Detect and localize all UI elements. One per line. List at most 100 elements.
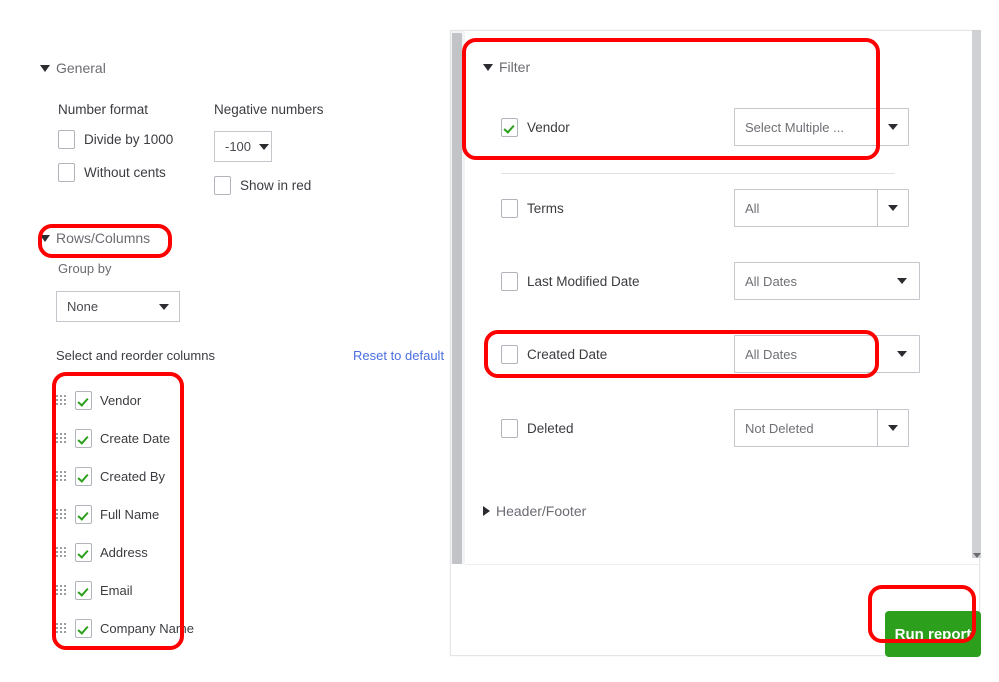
checkbox-box-column-email[interactable] — [75, 581, 92, 600]
column-list-item-created-by[interactable]: Created By — [56, 457, 165, 495]
checkbox-box-column-address[interactable] — [75, 543, 92, 562]
group-by-value: None — [67, 299, 98, 314]
chevron-down-icon — [259, 144, 269, 150]
chevron-down-icon[interactable] — [877, 410, 908, 446]
checkbox-box-filter-terms[interactable] — [501, 199, 518, 218]
filter-checkbox-created-date[interactable]: Created Date — [501, 345, 701, 364]
chevron-right-icon — [483, 506, 490, 516]
column-list-item-vendor[interactable]: Vendor — [56, 381, 141, 419]
filter-select-last-modified-date[interactable]: All Dates — [734, 262, 920, 300]
checkbox-show-in-red[interactable]: Show in red — [214, 176, 311, 195]
checkbox-box-column-company-name[interactable] — [75, 619, 92, 638]
column-label-company-name: Company Name — [100, 621, 194, 636]
checkbox-box-without-cents[interactable] — [58, 163, 75, 182]
chevron-down-icon[interactable] — [877, 190, 908, 226]
checkbox-without-cents[interactable]: Without cents — [58, 163, 166, 182]
chevron-down-icon[interactable] — [885, 263, 919, 299]
drag-handle-icon[interactable] — [56, 585, 67, 596]
report-customize-panel: Filter Vendor Select Multiple ... Terms … — [450, 30, 980, 656]
checkbox-box-column-full-name[interactable] — [75, 505, 92, 524]
filter-row-deleted: Deleted Not Deleted — [501, 408, 979, 448]
filter-label-last-modified-date: Last Modified Date — [527, 274, 640, 289]
checkbox-label-divide-by-1000: Divide by 1000 — [84, 132, 173, 147]
panel-footer: Run report — [465, 565, 979, 655]
filter-checkbox-deleted[interactable]: Deleted — [501, 419, 701, 438]
filter-label-created-date: Created Date — [527, 347, 607, 362]
drag-handle-icon[interactable] — [56, 471, 67, 482]
filter-select-value-vendor: Select Multiple ... — [735, 109, 877, 145]
filter-select-value-terms: All — [735, 190, 877, 226]
rows-columns-section-label: Rows/Columns — [56, 230, 150, 246]
column-label-vendor: Vendor — [100, 393, 141, 408]
drag-handle-icon[interactable] — [56, 433, 67, 444]
header-footer-section-label: Header/Footer — [496, 503, 586, 519]
select-reorder-columns-label: Select and reorder columns — [56, 348, 215, 363]
filter-select-vendor[interactable]: Select Multiple ... — [734, 108, 909, 146]
column-label-create-date: Create Date — [100, 431, 170, 446]
filter-label-deleted: Deleted — [527, 421, 574, 436]
chevron-down-icon — [40, 65, 50, 72]
chevron-down-icon — [483, 64, 493, 71]
filter-row-terms: Terms All — [501, 188, 979, 228]
page-scrollbar-track[interactable] — [972, 30, 981, 558]
filter-checkbox-last-modified-date[interactable]: Last Modified Date — [501, 272, 701, 291]
checkbox-box-column-vendor[interactable] — [75, 391, 92, 410]
filter-divider — [501, 173, 895, 174]
filter-select-value-last-modified-date: All Dates — [735, 263, 885, 299]
filter-section-label: Filter — [499, 59, 530, 75]
drag-handle-icon[interactable] — [56, 509, 67, 520]
rows-columns-section-header[interactable]: Rows/Columns — [40, 230, 150, 246]
group-by-select[interactable]: None — [56, 291, 180, 322]
column-list-item-company-name[interactable]: Company Name — [56, 609, 194, 647]
filter-checkbox-terms[interactable]: Terms — [501, 199, 701, 218]
checkbox-box-filter-vendor[interactable] — [501, 118, 518, 137]
chevron-down-icon[interactable] — [877, 109, 908, 145]
column-label-full-name: Full Name — [100, 507, 159, 522]
header-footer-section-header[interactable]: Header/Footer — [483, 503, 586, 519]
general-section-header[interactable]: General — [40, 60, 106, 76]
page-scrollbar-down-arrow[interactable] — [972, 550, 981, 560]
drag-handle-icon[interactable] — [56, 623, 67, 634]
filter-select-deleted[interactable]: Not Deleted — [734, 409, 909, 447]
checkbox-divide-by-1000[interactable]: Divide by 1000 — [58, 130, 173, 149]
checkbox-box-filter-created-date[interactable] — [501, 345, 518, 364]
run-report-button[interactable]: Run report — [885, 611, 981, 657]
filter-select-value-deleted: Not Deleted — [735, 410, 877, 446]
filter-section-header[interactable]: Filter — [483, 59, 530, 75]
column-list-item-full-name[interactable]: Full Name — [56, 495, 159, 533]
checkbox-box-column-create-date[interactable] — [75, 429, 92, 448]
filter-select-created-date[interactable]: All Dates — [734, 335, 920, 373]
checkbox-box-divide-by-1000[interactable] — [58, 130, 75, 149]
filter-row-last-modified-date: Last Modified Date All Dates — [501, 261, 979, 301]
filter-label-vendor: Vendor — [527, 120, 570, 135]
checkbox-box-filter-last-modified-date[interactable] — [501, 272, 518, 291]
filter-select-terms[interactable]: All — [734, 189, 909, 227]
reset-to-default-link[interactable]: Reset to default — [353, 348, 444, 363]
checkbox-box-filter-deleted[interactable] — [501, 419, 518, 438]
panel-scrollbar-track[interactable] — [451, 31, 465, 564]
drag-handle-icon[interactable] — [56, 395, 67, 406]
checkbox-box-show-in-red[interactable] — [214, 176, 231, 195]
column-list-item-create-date[interactable]: Create Date — [56, 419, 170, 457]
filter-row-created-date: Created Date All Dates — [501, 334, 979, 374]
general-section-label: General — [56, 60, 106, 76]
checkbox-label-show-in-red: Show in red — [240, 178, 311, 193]
panel-scrollbar-thumb[interactable] — [452, 33, 462, 564]
negative-numbers-label: Negative numbers — [214, 102, 324, 117]
filter-label-terms: Terms — [527, 201, 564, 216]
filter-checkbox-vendor[interactable]: Vendor — [501, 118, 701, 137]
chevron-down-icon — [973, 553, 981, 558]
column-list-item-address[interactable]: Address — [56, 533, 148, 571]
negative-numbers-value: -100 — [225, 139, 251, 154]
filter-select-value-created-date: All Dates — [735, 336, 885, 372]
drag-handle-icon[interactable] — [56, 547, 67, 558]
column-label-address: Address — [100, 545, 148, 560]
chevron-down-icon — [159, 304, 169, 310]
checkbox-box-column-created-by[interactable] — [75, 467, 92, 486]
column-label-created-by: Created By — [100, 469, 165, 484]
panel-scroll-body: Filter Vendor Select Multiple ... Terms … — [465, 31, 979, 564]
chevron-down-icon[interactable] — [885, 336, 919, 372]
chevron-down-icon — [40, 235, 50, 242]
column-list-item-email[interactable]: Email — [56, 571, 133, 609]
negative-numbers-select[interactable]: -100 — [214, 131, 272, 162]
